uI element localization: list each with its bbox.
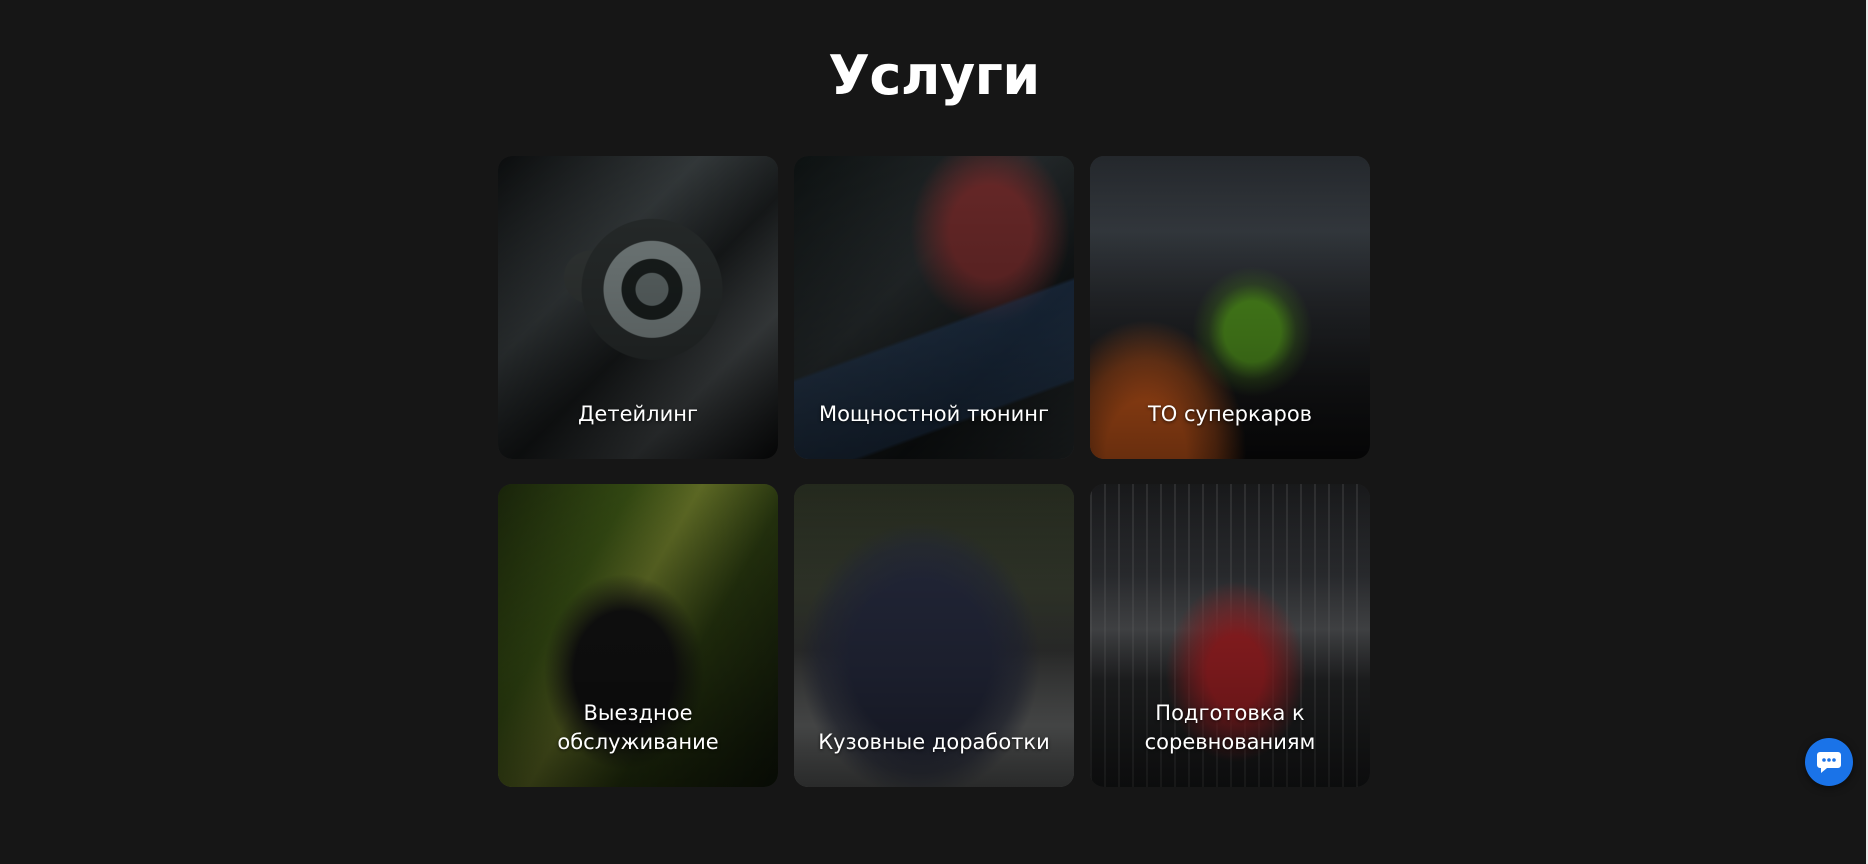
card-label: Кузовные доработки <box>818 730 1050 754</box>
services-page: Услуги Детейлинг Мощностной тюнинг ТО су… <box>0 0 1868 864</box>
service-card-mobile-service[interactable]: Выездное обслуживание <box>498 484 778 787</box>
card-label: Подготовка к соревнованиям <box>1144 701 1316 754</box>
service-card-supercar-maintenance[interactable]: ТО суперкаров <box>1090 156 1370 459</box>
chat-bubble-icon <box>1817 752 1841 773</box>
service-card-body-mods[interactable]: Кузовные доработки <box>794 484 1074 787</box>
page-title: Услуги <box>828 44 1040 107</box>
card-label: ТО суперкаров <box>1147 402 1313 426</box>
card-label: Детейлинг <box>578 402 698 426</box>
card-label: Мощностной тюнинг <box>818 402 1050 426</box>
chat-button[interactable] <box>1805 738 1853 786</box>
service-card-tuning[interactable]: Мощностной тюнинг <box>794 156 1074 459</box>
services-grid: Детейлинг Мощностной тюнинг ТО суперкаро… <box>498 156 1370 787</box>
service-card-competition-prep[interactable]: Подготовка к соревнованиям <box>1090 484 1370 787</box>
card-label: Выездное обслуживание <box>557 701 719 754</box>
service-card-detailing[interactable]: Детейлинг <box>498 156 778 459</box>
